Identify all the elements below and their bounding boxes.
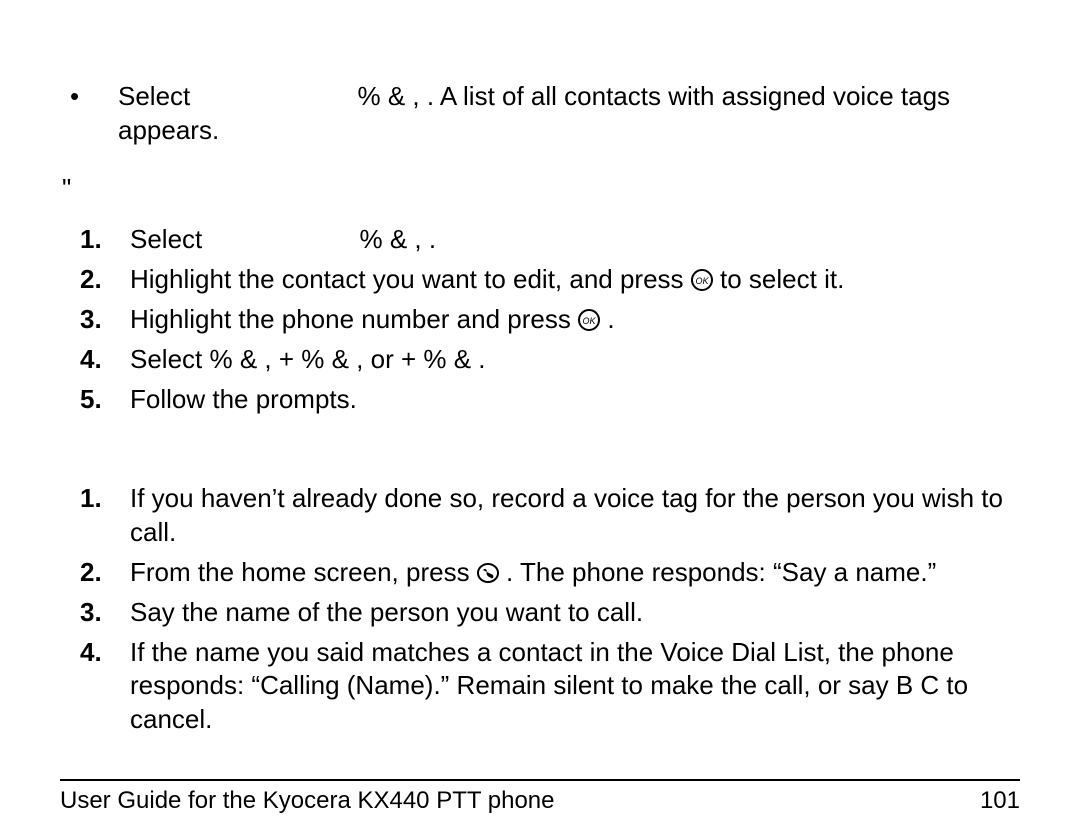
list-item: 4. If the name you said matches a contac… (60, 636, 1020, 737)
step-pre: Select (130, 344, 210, 374)
bullet-post: . A list of all contacts with assigned v… (118, 81, 950, 145)
step-pre: Select (130, 224, 210, 254)
section-gap (60, 422, 1020, 482)
bullet-item: • Select % & , . A list of all contacts … (60, 80, 1020, 148)
step-post: . The phone responds: “Say a name.” (506, 557, 936, 587)
list-text: Highlight the phone number and press OK … (130, 303, 1020, 337)
list-text: If the name you said matches a contact i… (130, 636, 1020, 737)
ordered-list-b: 1. If you haven’t already done so, recor… (60, 482, 1020, 737)
menu-path: % & , (360, 224, 422, 254)
list-text: From the home screen, press . The phone … (130, 556, 1020, 590)
list-item: 3. Say the name of the person you want t… (60, 596, 1020, 630)
list-item: 4. Select % & , + % & , or + % & . (60, 343, 1020, 377)
list-number: 1. (60, 482, 130, 550)
list-number: 2. (60, 556, 130, 590)
step-post: to select it. (720, 264, 844, 294)
list-number: 3. (60, 303, 130, 337)
footer-line: User Guide for the Kyocera KX440 PTT pho… (60, 779, 1020, 816)
list-item: 3. Highlight the phone number and press … (60, 303, 1020, 337)
list-text: Select % & , + % & , or + % & . (130, 343, 1020, 377)
list-item: 2. From the home screen, press . The pho… (60, 556, 1020, 590)
step-pre: If you haven’t already done so, record a… (130, 483, 1003, 547)
svg-text:OK: OK (695, 276, 709, 286)
menu-path: % & , + % & , or + % & . (210, 344, 486, 374)
menu-path: % & , (358, 81, 420, 111)
list-number: 3. (60, 596, 130, 630)
document-page: • Select % & , . A list of all contacts … (0, 0, 1080, 834)
step-post: . (429, 224, 436, 254)
step-pre: If the name you said matches a contact i… (130, 637, 968, 735)
list-text: If you haven’t already done so, record a… (130, 482, 1020, 550)
step-pre: From the home screen, press (130, 557, 477, 587)
list-number: 5. (60, 383, 130, 417)
list-item: 2. Highlight the contact you want to edi… (60, 263, 1020, 297)
list-text: Highlight the contact you want to edit, … (130, 263, 1020, 297)
bullet-pre: Select (118, 81, 198, 111)
bullet-text: Select % & , . A list of all contacts wi… (118, 80, 1020, 148)
svg-text:OK: OK (583, 316, 597, 326)
page-content: • Select % & , . A list of all contacts … (60, 80, 1020, 737)
step-pre: Highlight the phone number and press (130, 304, 578, 334)
ok-key-icon: OK (691, 269, 713, 291)
section-marker: " (60, 172, 1020, 206)
list-item: 5. Follow the prompts. (60, 383, 1020, 417)
list-text: Say the name of the person you want to c… (130, 596, 1020, 630)
list-item: 1. If you haven’t already done so, recor… (60, 482, 1020, 550)
list-text: Select % & , . (130, 223, 1020, 257)
ordered-list-a: 1. Select % & , . 2. Highlight the conta… (60, 223, 1020, 416)
ok-key-icon: OK (578, 309, 600, 331)
step-pre: Highlight the contact you want to edit, … (130, 264, 691, 294)
page-footer: User Guide for the Kyocera KX440 PTT pho… (0, 779, 1080, 816)
footer-title: User Guide for the Kyocera KX440 PTT pho… (60, 785, 555, 816)
list-number: 4. (60, 343, 130, 377)
list-number: 1. (60, 223, 130, 257)
bullet-marker: • (60, 80, 118, 148)
step-pre: Say the name of the person you want to c… (130, 597, 643, 627)
list-number: 4. (60, 636, 130, 737)
list-text: Follow the prompts. (130, 383, 1020, 417)
page-number: 101 (980, 785, 1020, 816)
call-key-icon (477, 562, 499, 584)
list-number: 2. (60, 263, 130, 297)
list-item: 1. Select % & , . (60, 223, 1020, 257)
step-pre: Follow the prompts. (130, 384, 357, 414)
step-post: . (607, 304, 614, 334)
